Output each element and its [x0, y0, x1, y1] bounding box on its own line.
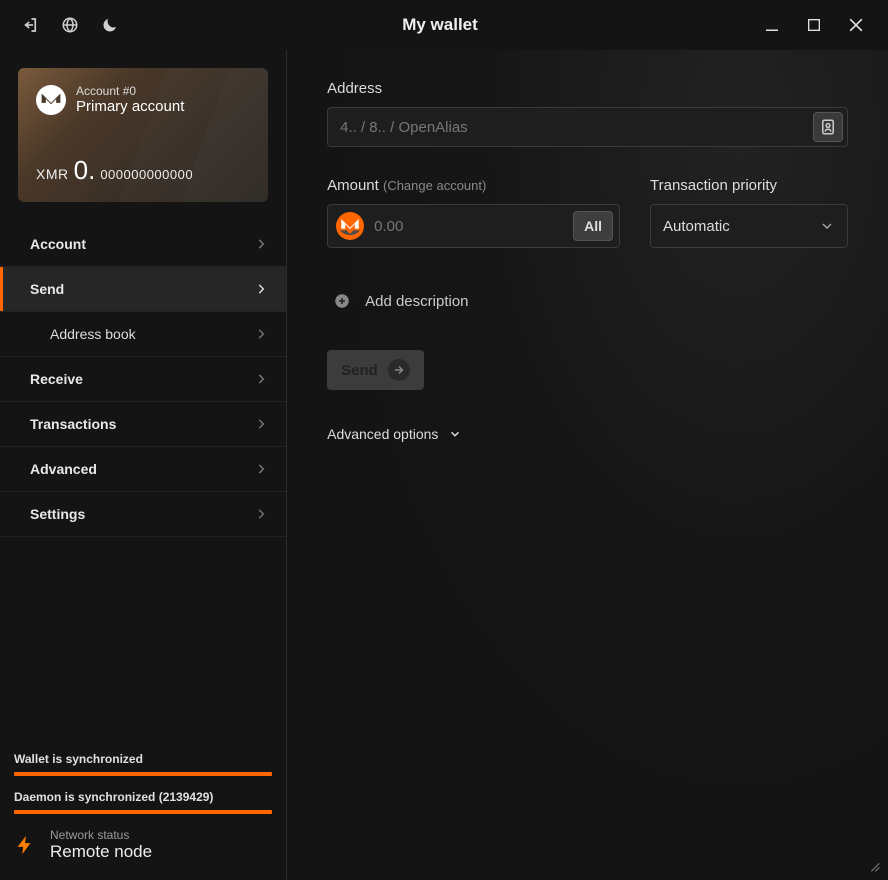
- wallet-sync-label: Wallet is synchronized: [14, 752, 272, 766]
- chevron-down-icon: [819, 218, 835, 234]
- amount-label: Amount (Change account): [327, 177, 620, 194]
- chevron-down-icon: [448, 427, 462, 441]
- logout-icon[interactable]: [20, 15, 40, 35]
- nav-advanced[interactable]: Advanced: [0, 447, 286, 492]
- chevron-right-icon: [254, 417, 268, 431]
- balance-integer: 0.: [74, 155, 96, 186]
- add-description-button[interactable]: Add description: [327, 292, 848, 310]
- plus-circle-icon: [333, 292, 351, 310]
- daemon-sync-label: Daemon is synchronized (2139429): [14, 790, 272, 804]
- nav-label: Receive: [30, 371, 83, 387]
- chevron-right-icon: [254, 462, 268, 476]
- nav-settings[interactable]: Settings: [0, 492, 286, 537]
- nav-label: Advanced: [30, 461, 97, 477]
- nav-label: Address book: [50, 326, 136, 342]
- moon-icon[interactable]: [100, 15, 120, 35]
- network-status-label: Network status: [50, 828, 152, 842]
- chevron-right-icon: [254, 507, 268, 521]
- monero-icon: [336, 212, 364, 240]
- nav-receive[interactable]: Receive: [0, 357, 286, 402]
- chevron-right-icon: [254, 372, 268, 386]
- close-button[interactable]: [844, 13, 868, 37]
- nav-send[interactable]: Send: [0, 267, 286, 312]
- priority-label: Transaction priority: [650, 177, 848, 194]
- advanced-options-label: Advanced options: [327, 426, 438, 442]
- chevron-right-icon: [254, 237, 268, 251]
- resize-grip[interactable]: [866, 858, 882, 874]
- account-card[interactable]: Account #0 Primary account XMR 0. 000000…: [18, 68, 268, 202]
- monero-logo-icon: [36, 85, 66, 115]
- priority-select[interactable]: Automatic: [650, 204, 848, 248]
- amount-all-button[interactable]: All: [573, 211, 613, 241]
- main-panel: Address Amount (Change account) All: [287, 50, 888, 880]
- wallet-sync-bar: [14, 772, 272, 776]
- daemon-sync-bar: [14, 810, 272, 814]
- chevron-right-icon: [254, 282, 268, 296]
- account-name: Primary account: [76, 98, 184, 115]
- address-input[interactable]: [340, 119, 813, 136]
- advanced-options-toggle[interactable]: Advanced options: [327, 426, 848, 442]
- nav-label: Settings: [30, 506, 85, 522]
- maximize-button[interactable]: [802, 13, 826, 37]
- lightning-icon: [14, 832, 36, 858]
- address-book-button[interactable]: [813, 112, 843, 142]
- change-account-link[interactable]: (Change account): [383, 178, 486, 193]
- nav-account[interactable]: Account: [0, 222, 286, 267]
- sidebar: Account #0 Primary account XMR 0. 000000…: [0, 50, 287, 880]
- network-status-value: Remote node: [50, 842, 152, 862]
- nav-label: Send: [30, 281, 64, 297]
- balance: XMR 0. 000000000000: [36, 155, 250, 186]
- balance-fraction: 000000000000: [100, 167, 193, 182]
- minimize-button[interactable]: [760, 13, 784, 37]
- address-label: Address: [327, 80, 848, 97]
- nav-transactions[interactable]: Transactions: [0, 402, 286, 447]
- globe-icon[interactable]: [60, 15, 80, 35]
- arrow-right-circle-icon: [388, 359, 410, 381]
- window-title: My wallet: [120, 15, 760, 35]
- priority-value: Automatic: [663, 218, 819, 235]
- nav-address-book[interactable]: Address book: [0, 312, 286, 357]
- nav-label: Transactions: [30, 416, 116, 432]
- nav-label: Account: [30, 236, 86, 252]
- add-description-label: Add description: [365, 293, 468, 310]
- balance-currency: XMR: [36, 166, 69, 182]
- account-number: Account #0: [76, 84, 184, 98]
- send-button-label: Send: [341, 362, 378, 379]
- send-button[interactable]: Send: [327, 350, 424, 390]
- chevron-right-icon: [254, 327, 268, 341]
- network-status[interactable]: Network status Remote node: [14, 828, 272, 862]
- amount-input[interactable]: [374, 218, 573, 235]
